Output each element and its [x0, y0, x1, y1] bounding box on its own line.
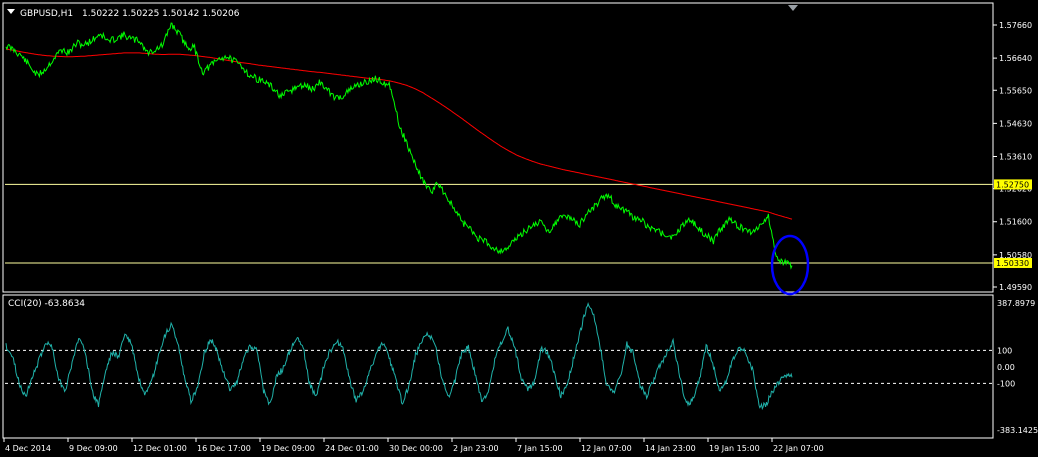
price-tick-label: 1.56640 — [999, 54, 1032, 63]
cci-tick-label: 0.00 — [997, 363, 1015, 372]
time-tick-label: 19 Dec 09:00 — [261, 444, 315, 453]
price-tick-label: 1.54630 — [999, 119, 1032, 128]
price-axis: 1.576601.566401.556501.546301.536101.526… — [993, 21, 1032, 292]
cci-tick-label: 100 — [997, 346, 1012, 355]
cci-tick-label: 387.8979 — [997, 299, 1035, 308]
price-line — [5, 22, 793, 270]
price-tick-label: 1.53610 — [999, 152, 1032, 161]
time-tick-label: 14 Jan 23:00 — [645, 444, 696, 453]
symbol-label: GBPUSD,H1 — [20, 9, 73, 19]
collapse-triangle-icon[interactable] — [7, 9, 15, 14]
time-tick-label: 7 Jan 15:00 — [517, 444, 563, 453]
time-tick-label: 30 Dec 00:00 — [389, 444, 443, 453]
time-tick-label: 22 Jan 07:00 — [773, 444, 824, 453]
indicator-panel-frame — [2, 294, 994, 439]
price-hline-label: 1.50330 — [996, 259, 1029, 268]
price-hline-label: 1.52750 — [996, 180, 1029, 189]
cci-tick-label: -100 — [997, 379, 1015, 388]
price-tick-label: 1.49590 — [999, 283, 1032, 292]
time-tick-label: 2 Jan 23:00 — [453, 444, 499, 453]
time-tick-label: 16 Dec 17:00 — [197, 444, 251, 453]
time-tick-label: 24 Dec 01:00 — [325, 444, 379, 453]
cci-line — [5, 301, 793, 411]
shift-marker-icon[interactable] — [788, 5, 798, 11]
time-tick-label: 12 Dec 01:00 — [133, 444, 187, 453]
time-tick-label: 9 Dec 09:00 — [69, 444, 118, 453]
price-tick-label: 1.51600 — [999, 218, 1032, 227]
cci-axis: 387.8979 100 0.00 -100 -383.1425 — [997, 299, 1038, 435]
indicator-label: CCI(20) -63.8634 — [8, 299, 85, 309]
price-tick-label: 1.55650 — [999, 86, 1032, 95]
cci-tick-label: -383.1425 — [997, 426, 1038, 435]
moving-average-line — [5, 48, 793, 220]
price-plot — [5, 22, 993, 270]
price-panel-frame — [2, 2, 994, 293]
time-tick-label: 4 Dec 2014 — [5, 444, 51, 453]
ohlc-label: 1.50222 1.50225 1.50142 1.50206 — [82, 9, 240, 19]
time-axis: 4 Dec 2014 9 Dec 09:00 12 Dec 01:00 16 Dec … — [3, 438, 824, 453]
cci-plot — [5, 301, 993, 411]
time-tick-label: 19 Jan 15:00 — [709, 444, 760, 453]
price-tick-label: 1.57660 — [999, 21, 1032, 30]
time-tick-label: 12 Jan 07:00 — [581, 444, 632, 453]
chart-window: GBPUSD,H1 1.50222 1.50225 1.50142 1.5020… — [2, 2, 1038, 453]
